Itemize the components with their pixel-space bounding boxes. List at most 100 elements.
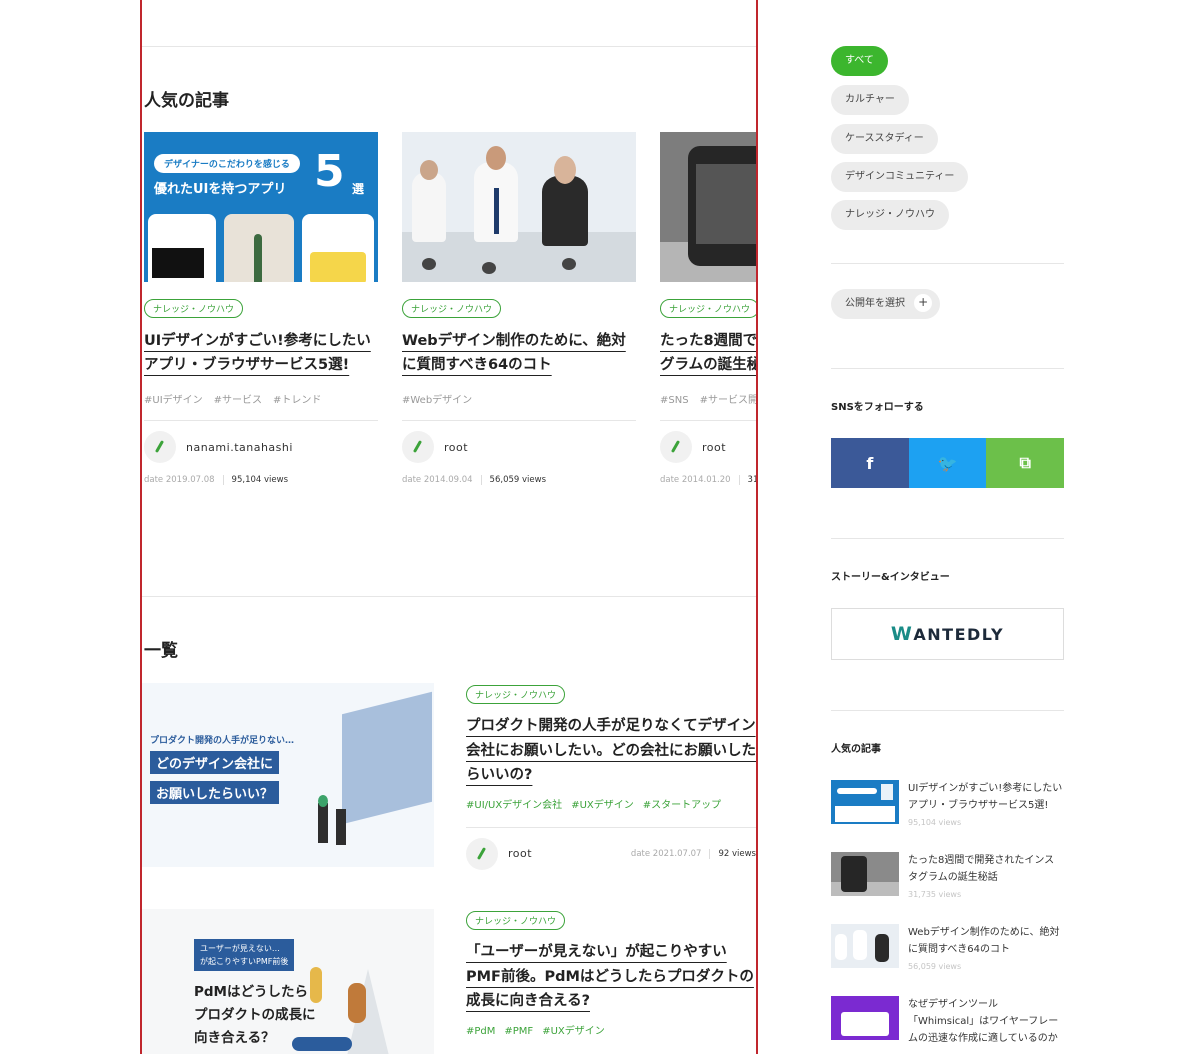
- phone-mockup: [224, 214, 294, 282]
- author-name: root: [444, 440, 469, 454]
- thumb-caption: ユーザーが見えない…: [200, 944, 280, 953]
- year-select-label: 公開年を選択: [845, 298, 905, 309]
- sidebar-popular-thumbnail[interactable]: [831, 996, 899, 1040]
- year-select[interactable]: 公開年を選択 +: [831, 289, 941, 319]
- card-tags: #UIデザイン #サービス #トレンド: [144, 391, 378, 406]
- sidebar-popular-heading: 人気の記事: [831, 744, 881, 755]
- card-title[interactable]: UIデザインがすごい!参考にしたいアプリ・ブラウザサービス5選!: [144, 329, 374, 377]
- divider: [466, 826, 756, 828]
- list-title[interactable]: 「ユーザーが見えない」が起こりやすいPMF前後。PdMはどうしたらプロダクトの成…: [466, 940, 756, 1014]
- author-name[interactable]: root: [508, 847, 532, 860]
- feedly-icon: ⧉: [1019, 453, 1031, 472]
- popular-heading: 人気の記事: [144, 91, 229, 111]
- wantedly-banner[interactable]: W ANTEDLY: [831, 608, 1064, 660]
- divider: [402, 420, 636, 421]
- list-body: ナレッジ・ノウハウ プロダクト開発の人手が足りなくてデザイン会社にお願いしたい。…: [466, 683, 756, 870]
- wantedly-logo: W: [890, 623, 914, 645]
- view-count: 56,059 views: [908, 962, 962, 971]
- twitter-icon: 🐦: [937, 453, 958, 473]
- hashtag[interactable]: #PdM: [466, 1026, 495, 1037]
- hashtag[interactable]: #SNS: [660, 395, 689, 406]
- card-thumbnail[interactable]: デザイナーのこだわりを感じる 優れたUIを持つアプリ 5 選: [144, 132, 378, 282]
- hashtag[interactable]: #UI/UXデザイン会社: [466, 800, 562, 811]
- card-title[interactable]: Webデザイン制作のために、絶対に質問すべき64のコト: [402, 329, 632, 377]
- hashtag[interactable]: #サービス開: [700, 395, 756, 406]
- list-thumbnail[interactable]: プロダクト開発の人手が足りない… どのデザイン会社に お願いしたらいい？: [142, 683, 434, 867]
- card-title[interactable]: たった8週間で開発されたインスタグラムの誕生秘話: [660, 329, 756, 377]
- category-chip-community[interactable]: デザインコミュニティー: [831, 162, 969, 192]
- card-tags: #Webデザイン: [402, 391, 636, 406]
- popular-card[interactable]: ナレッジ・ノウハウ Webデザイン制作のために、絶対に質問すべき64のコト #W…: [402, 132, 636, 485]
- divider: [831, 263, 1064, 264]
- hashtag[interactable]: #UIデザイン: [144, 395, 203, 406]
- hashtag[interactable]: #UXデザイン: [571, 800, 634, 811]
- hashtag[interactable]: #PMF: [504, 1026, 533, 1037]
- hashtag[interactable]: #スタートアップ: [643, 800, 721, 811]
- sidebar-popular-item[interactable]: Webデザイン制作のために、絶対に質問すべき64のコト 56,059 views: [831, 924, 1064, 974]
- divider: [831, 710, 1064, 711]
- sidebar-popular-title[interactable]: Webデザイン制作のために、絶対に質問すべき64のコト: [908, 924, 1064, 958]
- thumb-caption: PdMはどうしたら: [194, 984, 308, 1000]
- hashtag[interactable]: #トレンド: [273, 395, 321, 406]
- sns-heading: SNSをフォローする: [831, 402, 924, 413]
- sidebar-popular-item[interactable]: UIデザインがすごい!参考にしたいアプリ・ブラウザサービス5選! 95,104 …: [831, 780, 1064, 830]
- thumb-caption: 優れたUIを持つアプリ: [154, 182, 287, 197]
- popular-card[interactable]: ナレッジ・ノウハウ たった8週間で開発されたインスタグラムの誕生秘話 #SNS #…: [660, 132, 756, 485]
- thumb-caption: プロダクトの成長に: [194, 1007, 316, 1023]
- card-thumbnail[interactable]: [402, 132, 636, 282]
- sidebar-popular-thumbnail[interactable]: [831, 852, 899, 896]
- author[interactable]: root: [402, 431, 636, 463]
- divider: [831, 538, 1064, 539]
- category-tag[interactable]: ナレッジ・ノウハウ: [402, 299, 502, 318]
- category-chip-all[interactable]: すべて: [831, 46, 888, 76]
- hashtag[interactable]: #サービス: [214, 395, 262, 406]
- category-tag[interactable]: ナレッジ・ノウハウ: [144, 299, 244, 318]
- sidebar-popular-thumbnail[interactable]: [831, 924, 899, 968]
- sidebar-popular-title[interactable]: たった8週間で開発されたインスタグラムの誕生秘話: [908, 852, 1064, 886]
- list-title[interactable]: プロダクト開発の人手が足りなくてデザイン会社にお願いしたい。どの会社にお願いした…: [466, 714, 756, 788]
- thumb-caption: どのデザイン会社に: [150, 751, 280, 774]
- category-chip-case-study[interactable]: ケーススタディー: [831, 124, 938, 154]
- popular-card[interactable]: デザイナーのこだわりを感じる 優れたUIを持つアプリ 5 選 ナレッジ・ノウハウ…: [144, 132, 378, 485]
- thumb-caption: 選: [352, 182, 365, 196]
- sidebar-popular-item[interactable]: なぜデザインツール「Whimsical」はワイヤーフレームの迅速な作成に適してい…: [831, 996, 1064, 1046]
- facebook-button[interactable]: f: [831, 438, 909, 488]
- phone-mockup: [302, 214, 374, 282]
- list-thumbnail[interactable]: ユーザーが見えない… が起こりやすいPMF前後 PdMはどうしたら プロダクトの…: [142, 909, 434, 1054]
- sidebar-popular-thumbnail[interactable]: [831, 780, 899, 824]
- feedly-button[interactable]: ⧉: [986, 438, 1065, 488]
- avatar: [660, 431, 692, 463]
- view-count: 95,104 views: [908, 818, 962, 827]
- hashtag[interactable]: #UXデザイン: [542, 1026, 605, 1037]
- divider: [142, 46, 756, 47]
- view-count: 92 views: [709, 848, 756, 859]
- list-meta-right: date 2021.07.07 92 views: [631, 848, 756, 859]
- facebook-icon: f: [866, 453, 874, 473]
- twitter-button[interactable]: 🐦: [908, 438, 987, 488]
- sidebar-popular-title[interactable]: なぜデザインツール「Whimsical」はワイヤーフレームの迅速な作成に適してい…: [908, 996, 1064, 1047]
- list-meta: root date 2021.07.07 92 views: [466, 837, 756, 870]
- plus-icon: +: [914, 294, 933, 312]
- sidebar-popular-item[interactable]: たった8週間で開発されたインスタグラムの誕生秘話 31,735 views: [831, 852, 1064, 902]
- thumb-number: 5: [314, 146, 345, 197]
- hashtag[interactable]: #Webデザイン: [402, 395, 472, 406]
- view-count: 56,059 views: [480, 475, 546, 485]
- sidebar-popular-title[interactable]: UIデザインがすごい!参考にしたいアプリ・ブラウザサービス5選!: [908, 780, 1064, 814]
- view-count: 31,7: [738, 475, 756, 485]
- thumb-caption-box: ユーザーが見えない… が起こりやすいPMF前後: [194, 939, 295, 971]
- post-date: date 2014.09.04: [402, 475, 473, 485]
- category-chip-culture[interactable]: カルチャー: [831, 85, 909, 115]
- category-tag[interactable]: ナレッジ・ノウハウ: [466, 685, 566, 704]
- category-chip-knowhow[interactable]: ナレッジ・ノウハウ: [831, 200, 949, 230]
- card-meta: date 2014.01.20 31,7: [660, 475, 756, 485]
- author[interactable]: root: [660, 431, 756, 463]
- category-tag[interactable]: ナレッジ・ノウハウ: [466, 911, 566, 930]
- avatar: [144, 431, 176, 463]
- author[interactable]: nanami.tanahashi: [144, 431, 378, 463]
- list-tags: #PdM #PMF #UXデザイン: [466, 1022, 756, 1037]
- thumb-caption: お願いしたらいい？: [150, 781, 280, 804]
- card-thumbnail[interactable]: [660, 132, 756, 282]
- category-tag[interactable]: ナレッジ・ノウハウ: [660, 299, 756, 318]
- wantedly-logo-text: ANTEDLY: [913, 624, 1005, 644]
- view-count: 31,735 views: [908, 890, 962, 899]
